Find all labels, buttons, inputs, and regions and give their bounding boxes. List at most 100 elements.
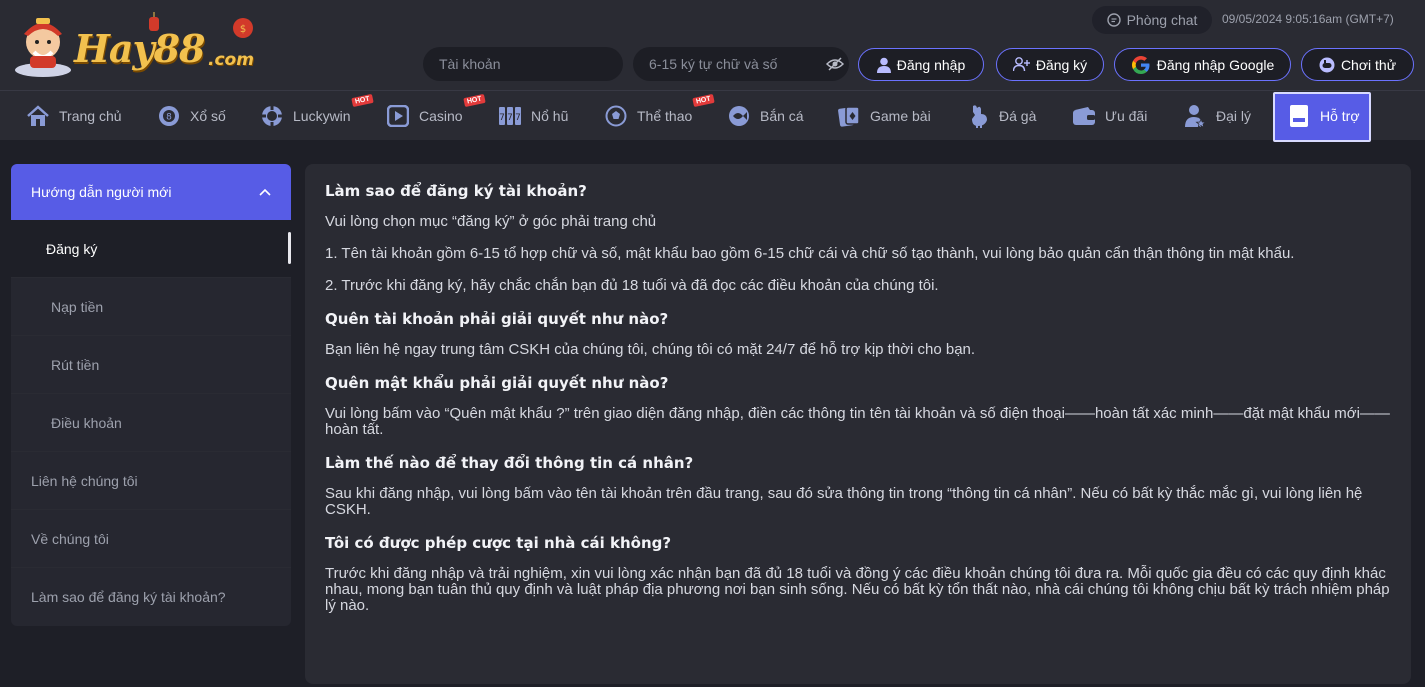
sidebar-item-label: Làm sao để đăng ký tài khoản? bbox=[31, 589, 226, 605]
google-label: Đăng nhập Google bbox=[1156, 56, 1275, 73]
sidebar-item-withdraw[interactable]: Rút tiền bbox=[11, 336, 291, 394]
svg-text:8: 8 bbox=[166, 113, 172, 123]
chat-label: Phòng chat bbox=[1126, 12, 1198, 28]
sidebar-item-label: Về chúng tôi bbox=[31, 530, 109, 547]
mascot-icon bbox=[15, 18, 71, 77]
hot-badge: HOT bbox=[351, 93, 374, 108]
timezone-label: (GMT+7) bbox=[1345, 12, 1394, 26]
sidebar-group-label: Hướng dẫn người mới bbox=[31, 184, 172, 200]
faq-question: Quên mật khẩu phải giải quyết như nào? bbox=[325, 374, 669, 392]
sidebar-item-contact[interactable]: Liên hệ chúng tôi bbox=[11, 452, 291, 510]
sidebar-item-terms[interactable]: Điều khoản bbox=[11, 394, 291, 452]
register-button[interactable]: Đăng ký bbox=[996, 48, 1104, 81]
nav-item-luckywin[interactable]: Luckywin HOT bbox=[260, 91, 374, 141]
svg-text:7: 7 bbox=[499, 113, 505, 123]
logo-text: Hay88 bbox=[74, 26, 205, 71]
help-sidebar: Hướng dẫn người mới Đăng ký Nạp tiền Rút… bbox=[11, 164, 291, 626]
sidebar-item-label: Liên hệ chúng tôi bbox=[31, 472, 138, 489]
login-label: Đăng nhập bbox=[896, 56, 966, 73]
nav-label: Game bài bbox=[870, 108, 931, 124]
nav-item-promotions[interactable]: Ưu đãi bbox=[1072, 91, 1147, 141]
nav-item-casino[interactable]: Casino HOT bbox=[386, 91, 486, 141]
sidebar-item-label: Nạp tiền bbox=[51, 298, 104, 315]
wallet-icon bbox=[1072, 104, 1096, 128]
faq-answer: Vui lòng chọn mục “đăng ký” ở góc phải t… bbox=[325, 213, 657, 230]
nav-label: Luckywin bbox=[293, 108, 351, 124]
faq-question: Quên tài khoản phải giải quyết như nào? bbox=[325, 310, 669, 328]
fish-icon bbox=[727, 104, 751, 128]
nav-label: Ưu đãi bbox=[1105, 108, 1148, 124]
rooster-icon bbox=[966, 104, 990, 128]
slot-icon: 777 bbox=[498, 104, 522, 128]
nav-label: Xổ số bbox=[190, 108, 226, 124]
user-icon bbox=[876, 57, 891, 73]
faq-question: Làm sao để đăng ký tài khoản? bbox=[325, 182, 587, 200]
google-login-button[interactable]: Đăng nhập Google bbox=[1114, 48, 1291, 81]
register-label: Đăng ký bbox=[1035, 56, 1088, 73]
book-icon bbox=[1287, 104, 1311, 128]
datetime-value: 09/05/2024 9:05:16am bbox=[1222, 12, 1343, 26]
nav-item-slots[interactable]: 777 Nổ hũ bbox=[498, 91, 568, 141]
main-nav: Trang chủ 8 Xổ số Luckywin HOT Casino HOT … bbox=[0, 90, 1425, 142]
nav-item-support[interactable]: Hỗ trợ bbox=[1287, 91, 1360, 141]
nav-label-wrap: Thể thao HOT bbox=[637, 93, 715, 124]
lucky-bag-icon: $ bbox=[233, 18, 253, 38]
nav-label: Đá gà bbox=[999, 108, 1037, 124]
cards-icon bbox=[837, 104, 861, 128]
hot-badge: HOT bbox=[692, 93, 715, 108]
lottery-icon: 8 bbox=[157, 104, 181, 128]
faq-answer: Vui lòng bấm vào “Quên mật khẩu ?” trên … bbox=[325, 405, 1390, 438]
nav-item-fishing[interactable]: Bắn cá bbox=[727, 91, 804, 141]
nav-item-card-games[interactable]: Game bài bbox=[837, 91, 931, 141]
svg-text:7: 7 bbox=[507, 113, 513, 123]
nav-label-wrap: Luckywin HOT bbox=[293, 93, 374, 124]
sidebar-item-how-to-register[interactable]: Làm sao để đăng ký tài khoản? bbox=[11, 568, 291, 626]
sidebar-item-deposit[interactable]: Nạp tiền bbox=[11, 278, 291, 336]
nav-item-cockfight[interactable]: Đá gà bbox=[966, 91, 1036, 141]
username-input[interactable] bbox=[423, 47, 623, 81]
chat-bubble-icon bbox=[1106, 13, 1121, 27]
nav-item-sports[interactable]: Thể thao HOT bbox=[604, 91, 715, 141]
header: Hay88 .com $ Phòng chat 09/05/2024 9:05:… bbox=[0, 0, 1425, 90]
login-button[interactable]: Đăng nhập bbox=[858, 48, 984, 81]
nav-label: Đại lý bbox=[1216, 108, 1252, 124]
nav-label: Hỗ trợ bbox=[1320, 108, 1360, 124]
agent-icon bbox=[1183, 104, 1207, 128]
faq-answer: Trước khi đăng nhập và trải nghiệm, xin … bbox=[325, 565, 1390, 614]
faq-answer: Sau khi đăng nhập, vui lòng bấm vào tên … bbox=[325, 485, 1363, 518]
faq-question: Tôi có được phép cược tại nhà cái không? bbox=[325, 534, 672, 552]
nav-item-home[interactable]: Trang chủ bbox=[26, 91, 122, 141]
gamepad-icon bbox=[1319, 57, 1335, 72]
sidebar-item-label: Điều khoản bbox=[51, 414, 122, 431]
faq-answer: 2. Trước khi đăng ký, hãy chắc chắn bạn … bbox=[325, 277, 939, 294]
try-play-label: Chơi thử bbox=[1340, 56, 1397, 73]
soccer-icon bbox=[604, 104, 628, 128]
sidebar-group-newbie-guide[interactable]: Hướng dẫn người mới bbox=[11, 164, 291, 220]
server-time: 09/05/2024 9:05:16am (GMT+7) bbox=[1222, 12, 1394, 26]
nav-item-agent[interactable]: Đại lý bbox=[1183, 91, 1251, 141]
nav-item-lottery[interactable]: 8 Xổ số bbox=[157, 91, 226, 141]
faq-question: Làm thế nào để thay đổi thông tin cá nhâ… bbox=[325, 454, 694, 472]
password-input[interactable] bbox=[633, 47, 849, 81]
nav-label: Nổ hũ bbox=[531, 108, 569, 124]
sidebar-item-label: Rút tiền bbox=[51, 356, 100, 373]
chat-button[interactable]: Phòng chat bbox=[1092, 6, 1212, 34]
eye-slash-icon[interactable] bbox=[826, 55, 844, 73]
nav-label: Trang chủ bbox=[59, 108, 122, 124]
nav-label: Bắn cá bbox=[760, 108, 804, 124]
faq-answer: Bạn liên hệ ngay trung tâm CSKH của chún… bbox=[325, 341, 976, 358]
add-user-icon bbox=[1012, 57, 1030, 72]
lantern-icon bbox=[149, 12, 159, 31]
google-icon bbox=[1131, 55, 1150, 74]
faq-answer: 1. Tên tài khoản gồm 6-15 tổ hợp chữ và … bbox=[325, 245, 1295, 262]
help-content: Làm sao để đăng ký tài khoản? Vui lòng c… bbox=[305, 164, 1411, 684]
sidebar-item-about[interactable]: Về chúng tôi bbox=[11, 510, 291, 568]
sidebar-item-register[interactable]: Đăng ký bbox=[11, 220, 291, 278]
chip-icon bbox=[260, 104, 284, 128]
try-play-button[interactable]: Chơi thử bbox=[1301, 48, 1414, 81]
sidebar-item-label: Đăng ký bbox=[46, 240, 98, 257]
logo-suffix: .com bbox=[208, 50, 254, 70]
site-logo[interactable]: Hay88 .com $ bbox=[12, 12, 264, 78]
home-icon bbox=[26, 104, 50, 128]
svg-text:$: $ bbox=[240, 24, 246, 35]
